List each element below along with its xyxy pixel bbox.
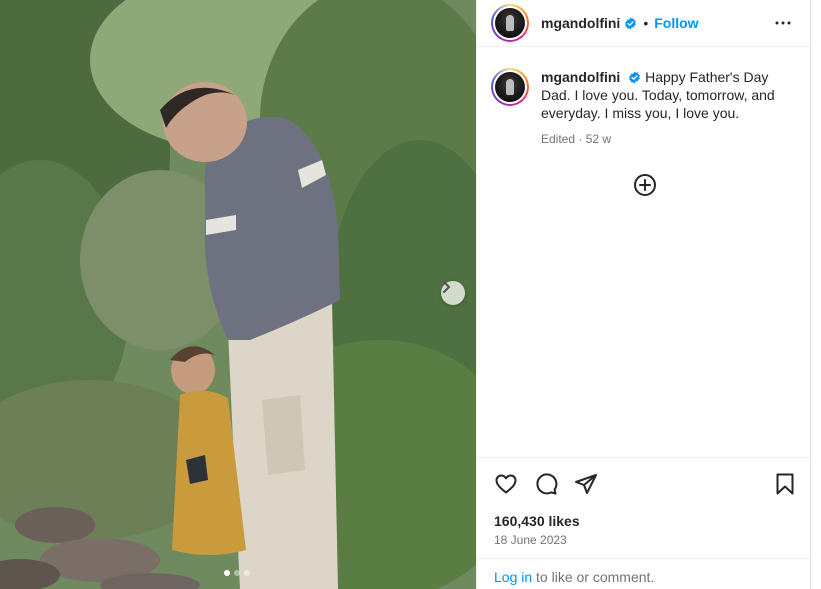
share-icon[interactable] xyxy=(573,472,599,496)
action-bar xyxy=(477,457,812,509)
login-link[interactable]: Log in xyxy=(494,569,532,585)
likes-count[interactable]: 160,430 likes xyxy=(494,513,580,529)
bookmark-icon[interactable] xyxy=(773,472,797,496)
post-date[interactable]: 18 June 2023 xyxy=(494,533,567,547)
avatar-image xyxy=(495,8,525,38)
meta-separator: · xyxy=(578,132,583,146)
caption-avatar[interactable] xyxy=(491,68,529,106)
more-options-icon[interactable] xyxy=(774,14,792,32)
header-username[interactable]: mgandolfini xyxy=(541,15,620,31)
login-prompt: Log in to like or comment. xyxy=(477,558,812,589)
verified-badge-icon xyxy=(629,71,641,84)
follow-button[interactable]: Follow xyxy=(654,15,698,31)
caption-meta: Edited · 52 w xyxy=(541,130,791,148)
header-separator: • xyxy=(643,15,649,31)
carousel-indicator xyxy=(224,570,250,576)
carousel-dot xyxy=(224,570,230,576)
verified-badge-icon xyxy=(625,17,637,29)
post-age[interactable]: 52 w xyxy=(586,132,611,146)
post-photo[interactable] xyxy=(0,0,476,589)
edited-label: Edited xyxy=(541,132,576,146)
avatar-image xyxy=(495,72,525,102)
login-prompt-text: to like or comment. xyxy=(532,569,655,585)
carousel-next-button[interactable] xyxy=(441,281,465,305)
caption-body: mgandolfini Happy Father's Day Dad. I lo… xyxy=(541,68,791,148)
avatar[interactable] xyxy=(491,4,529,42)
photo-scene xyxy=(0,0,476,589)
carousel-dot xyxy=(244,570,250,576)
chevron-right-icon xyxy=(443,281,450,293)
caption: mgandolfini Happy Father's Day Dad. I lo… xyxy=(491,68,791,148)
comment-icon[interactable] xyxy=(533,472,559,496)
carousel-dot xyxy=(234,570,240,576)
add-circle-icon[interactable] xyxy=(633,173,657,197)
post-side-panel: mgandolfini • Follow mgandolfini Happy F… xyxy=(476,0,812,589)
post-header: mgandolfini • Follow xyxy=(477,0,812,47)
heart-icon[interactable] xyxy=(493,472,519,496)
caption-username[interactable]: mgandolfini xyxy=(541,69,620,85)
